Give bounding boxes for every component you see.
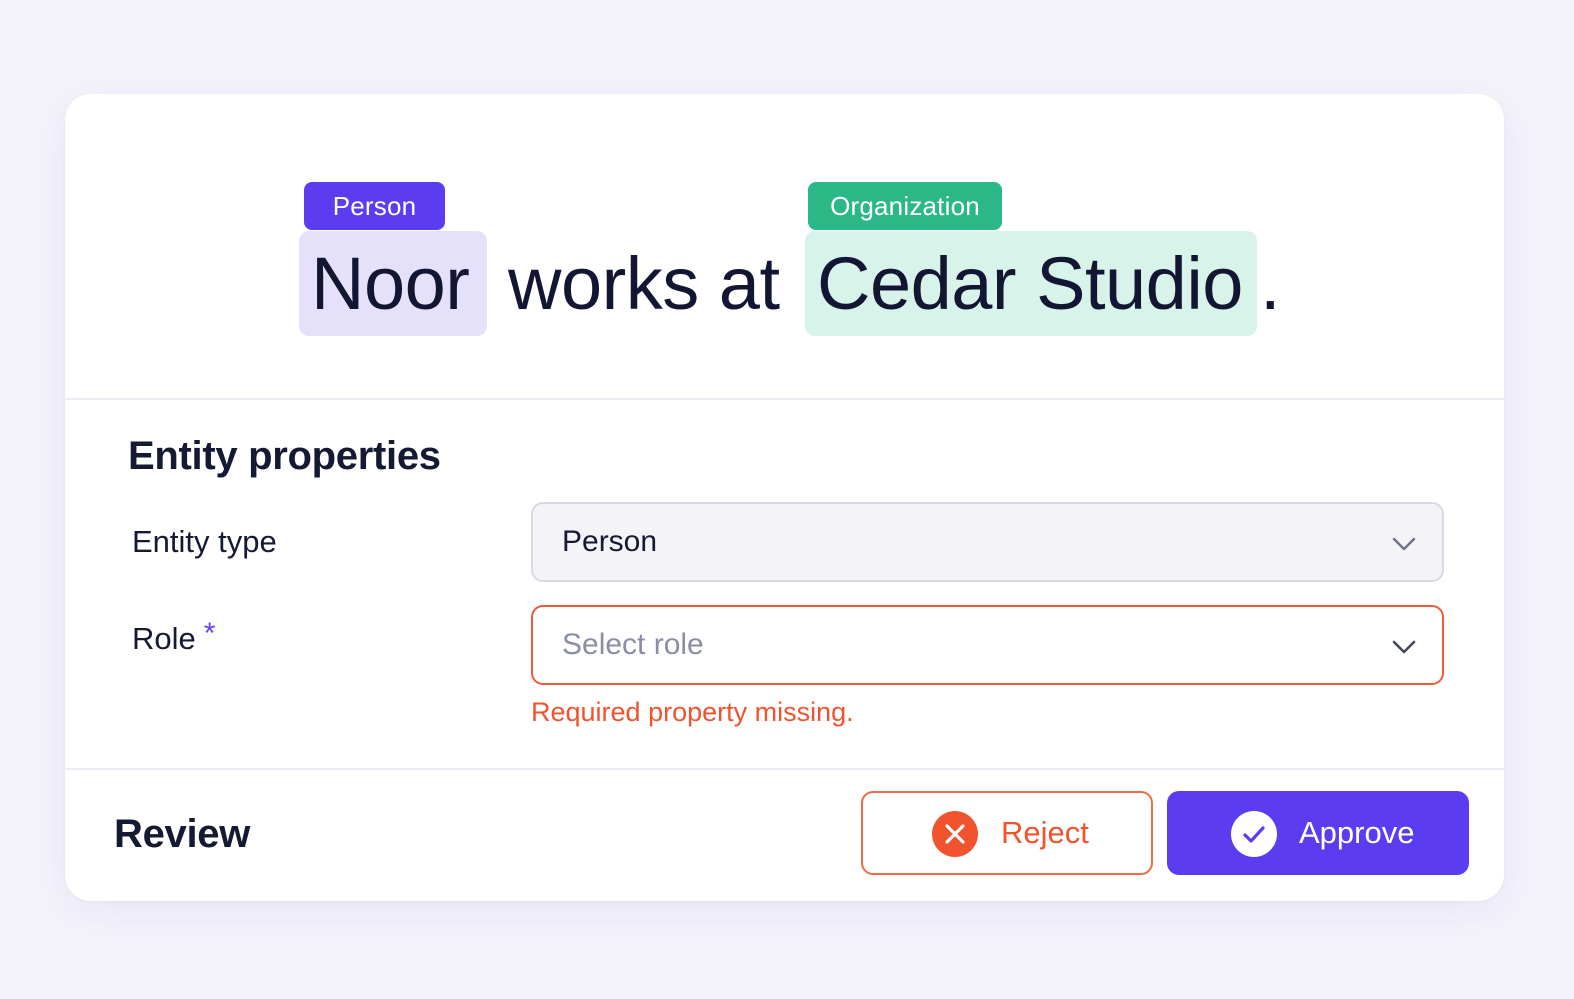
reject-button-label: Reject	[1001, 815, 1089, 850]
sentence-end-punctuation: .	[1260, 242, 1281, 325]
close-circle-icon	[932, 811, 978, 857]
entity-type-select[interactable]: Person	[531, 502, 1444, 582]
role-placeholder: Select role	[562, 628, 704, 661]
entity-type-value: Person	[562, 525, 658, 558]
role-error-message: Required property missing.	[531, 697, 854, 727]
section-title: Entity properties	[128, 434, 441, 478]
review-title: Review	[114, 812, 251, 856]
role-select[interactable]: Select role	[531, 605, 1444, 685]
approve-button-label: Approve	[1299, 815, 1415, 850]
annotation-card: Person Organization Noor works at Cedar …	[65, 94, 1504, 901]
entity-type-label: Entity type	[132, 524, 277, 559]
divider	[65, 398, 1504, 400]
divider	[65, 768, 1504, 770]
chevron-down-icon	[1392, 537, 1416, 551]
reject-button[interactable]: Reject	[861, 791, 1153, 875]
sentence-area: Person Organization Noor works at Cedar …	[65, 94, 1504, 399]
required-marker: *	[203, 617, 216, 650]
entity-label-person[interactable]: Person	[304, 182, 445, 230]
chevron-down-icon	[1392, 640, 1416, 654]
check-circle-icon	[1231, 811, 1277, 857]
role-label: Role *	[132, 617, 215, 657]
entity-text-organization[interactable]: Cedar Studio	[817, 234, 1243, 334]
entity-label-organization[interactable]: Organization	[808, 182, 1002, 230]
entity-text-person[interactable]: Noor	[311, 234, 470, 334]
sentence-text: works at	[508, 242, 780, 325]
approve-button[interactable]: Approve	[1167, 791, 1469, 875]
role-label-text: Role	[132, 621, 196, 656]
